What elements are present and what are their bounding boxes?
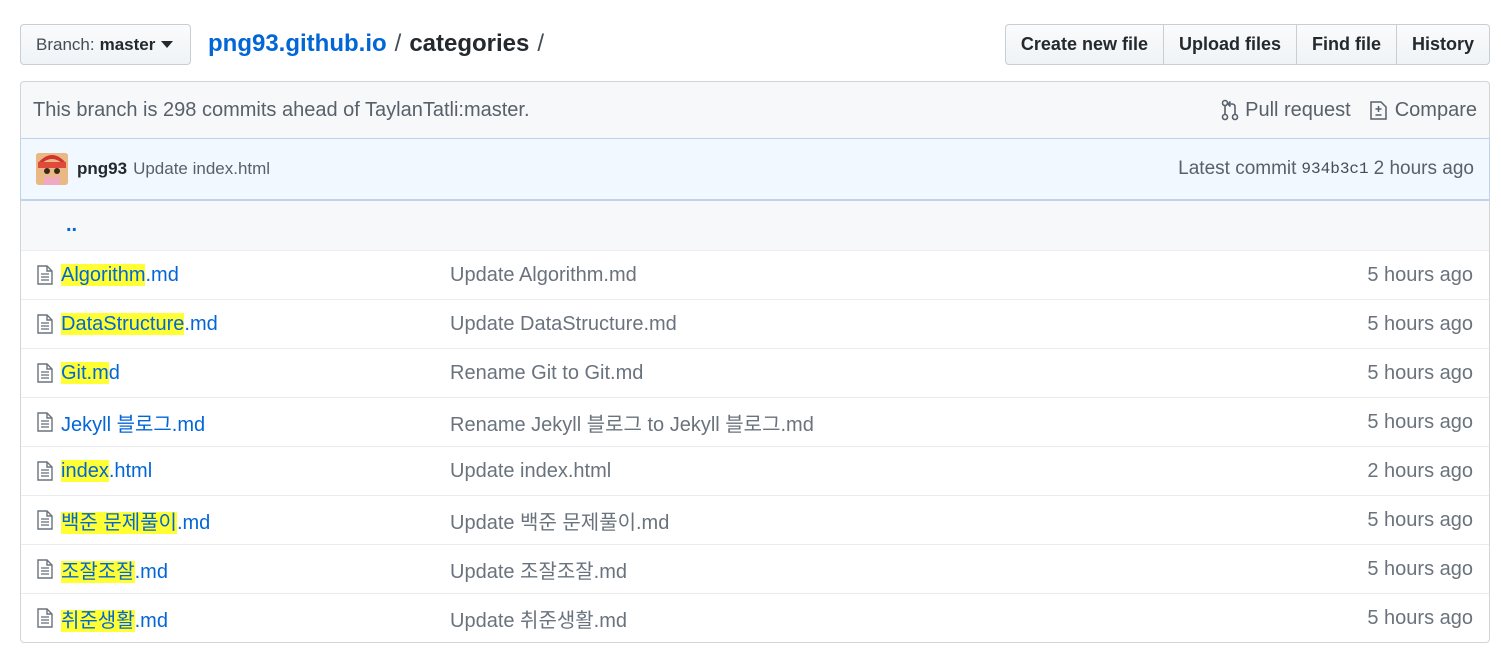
file-commit-message-link[interactable]: Update DataStructure.md <box>450 313 1367 336</box>
latest-commit-label: Latest commit <box>1178 158 1297 179</box>
highlighted-text: 조잘조잘 <box>61 560 135 583</box>
file-name-rest: .md <box>134 560 168 583</box>
file-name-rest: .md <box>176 511 211 534</box>
branch-ahead-text: This branch is 298 commits ahead of Tayl… <box>33 98 530 121</box>
file-age: 5 hours ago <box>1367 557 1473 580</box>
find-file-button[interactable]: Find file <box>1295 24 1397 65</box>
file-name-link[interactable]: Algorithm.md <box>61 263 450 287</box>
highlighted-text: 취준생활 <box>61 609 135 632</box>
history-button[interactable]: History <box>1395 24 1490 65</box>
parent-directory-link[interactable]: .. <box>66 214 77 237</box>
avatar-image <box>36 153 68 185</box>
highlighted-text: 백준 문제풀이 <box>61 511 177 534</box>
file-commit-message-link[interactable]: Update 백준 문제풀이.md <box>450 506 1367 535</box>
table-row: 조잘조잘.md Update 조잘조잘.md 5 hours ago <box>21 544 1489 593</box>
file-age: 5 hours ago <box>1367 361 1473 384</box>
file-text-icon <box>21 460 61 482</box>
compare-link[interactable]: Compare <box>1369 99 1477 122</box>
file-name-rest: Jekyll 블로그.md <box>61 413 206 436</box>
file-name-rest: .md <box>145 263 179 286</box>
table-row: Git.md Rename Git to Git.md 5 hours ago <box>21 348 1489 397</box>
commit-message-link[interactable]: Update index.html <box>133 159 1178 179</box>
file-name-link[interactable]: Jekyll 블로그.md <box>61 408 450 437</box>
file-name-rest: .html <box>108 459 153 482</box>
parent-directory-row: .. <box>21 200 1489 250</box>
table-row: Jekyll 블로그.md Rename Jekyll 블로그 to Jekyl… <box>21 397 1489 446</box>
table-row: Algorithm.md Update Algorithm.md 5 hours… <box>21 250 1489 299</box>
pull-request-link[interactable]: Pull request <box>1221 99 1351 122</box>
file-age: 2 hours ago <box>1367 459 1473 482</box>
commit-sha-link[interactable]: 934b3c1 <box>1301 160 1368 178</box>
breadcrumb-separator: / <box>394 30 402 57</box>
breadcrumb-separator: / <box>537 30 545 57</box>
file-text-icon <box>21 362 61 384</box>
file-name-link[interactable]: DataStructure.md <box>61 312 450 336</box>
file-age: 5 hours ago <box>1367 410 1473 433</box>
file-commit-message-link[interactable]: Update 취준생활.md <box>450 604 1367 633</box>
file-navigation: Branch: master png93.github.io / categor… <box>20 24 1490 65</box>
table-row: index.html Update index.html 2 hours ago <box>21 446 1489 495</box>
breadcrumb-current-directory: categories <box>409 30 530 57</box>
pull-request-label: Pull request <box>1245 98 1351 121</box>
file-name-rest: .md <box>184 312 218 335</box>
latest-commit-bar: png93 Update index.html Latest commit 93… <box>20 138 1490 200</box>
create-new-file-button[interactable]: Create new file <box>1004 24 1164 65</box>
file-name-rest: .md <box>134 609 168 632</box>
file-actions-group: Create new file Upload files Find file H… <box>1004 24 1490 65</box>
file-age: 5 hours ago <box>1367 312 1473 335</box>
diff-icon <box>1369 101 1387 120</box>
compare-label: Compare <box>1394 98 1477 121</box>
highlighted-text: index <box>61 459 109 482</box>
file-name-link[interactable]: index.html <box>61 459 450 483</box>
caret-down-icon <box>161 41 174 48</box>
commit-author-link[interactable]: png93 <box>77 159 127 179</box>
table-row: DataStructure.md Update DataStructure.md… <box>21 299 1489 348</box>
file-age: 5 hours ago <box>1367 606 1473 629</box>
table-row: 백준 문제풀이.md Update 백준 문제풀이.md 5 hours ago <box>21 495 1489 544</box>
commit-age: 2 hours ago <box>1373 158 1474 179</box>
file-age: 5 hours ago <box>1367 508 1473 531</box>
file-name-rest: d <box>108 361 120 384</box>
file-text-icon <box>21 313 61 335</box>
branch-name: master <box>99 34 156 54</box>
file-name-link[interactable]: 취준생활.md <box>61 604 450 633</box>
file-name-link[interactable]: 백준 문제풀이.md <box>61 506 450 535</box>
file-text-icon <box>21 509 61 531</box>
file-name-link[interactable]: 조잘조잘.md <box>61 555 450 584</box>
file-text-icon <box>21 607 61 629</box>
highlighted-text: Algorithm <box>61 263 146 286</box>
highlighted-text: Git.m <box>61 361 109 384</box>
breadcrumb-repo-link[interactable]: png93.github.io <box>208 30 387 58</box>
highlighted-text: DataStructure <box>61 312 185 335</box>
file-commit-message-link[interactable]: Update 조잘조잘.md <box>450 555 1367 584</box>
file-list: .. Algorithm.md Update Algorithm.md 5 ho… <box>20 200 1490 643</box>
file-text-icon <box>21 558 61 580</box>
file-commit-message-link[interactable]: Update index.html <box>450 460 1367 483</box>
file-text-icon <box>21 264 61 286</box>
branch-select-button[interactable]: Branch: master <box>20 24 191 65</box>
breadcrumb: png93.github.io / categories / <box>208 30 552 58</box>
table-row: 취준생활.md Update 취준생활.md 5 hours ago <box>21 593 1489 642</box>
avatar[interactable] <box>36 153 68 185</box>
branch-infobar: This branch is 298 commits ahead of Tayl… <box>20 81 1490 138</box>
file-commit-message-link[interactable]: Update Algorithm.md <box>450 264 1367 287</box>
git-pull-request-icon <box>1221 99 1239 121</box>
file-text-icon <box>21 411 61 433</box>
upload-files-button[interactable]: Upload files <box>1162 24 1297 65</box>
file-age: 5 hours ago <box>1367 263 1473 286</box>
file-name-link[interactable]: Git.md <box>61 361 450 385</box>
branch-label: Branch: <box>36 34 95 54</box>
file-commit-message-link[interactable]: Rename Jekyll 블로그 to Jekyll 블로그.md <box>450 408 1367 437</box>
file-commit-message-link[interactable]: Rename Git to Git.md <box>450 362 1367 385</box>
